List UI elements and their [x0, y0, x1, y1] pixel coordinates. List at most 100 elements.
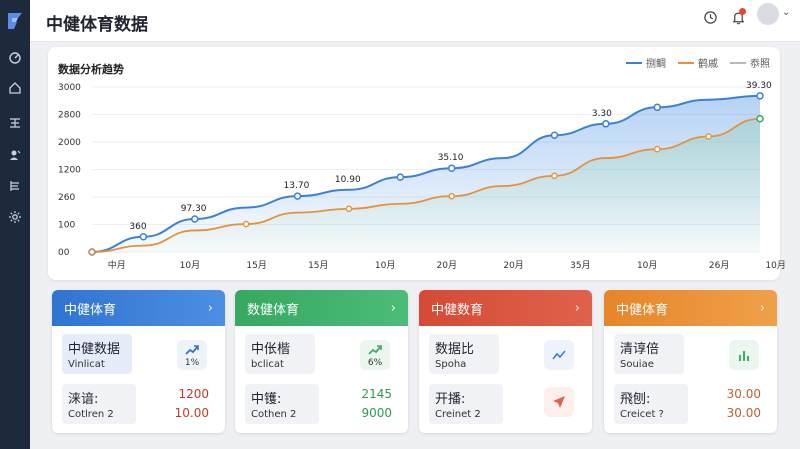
chevron-right-icon[interactable]: › — [575, 301, 580, 316]
legend-label: 忝照 — [750, 59, 770, 70]
chevron-right-icon[interactable]: › — [760, 301, 765, 316]
stat-card[interactable]: 中健体育 › 清谆倍 Souiae 飛刨: Creicet ? 30.00 30… — [604, 290, 777, 433]
series-point-blue — [447, 164, 456, 172]
y-tick-label: 00 — [58, 248, 70, 258]
data-label: 39.30 — [746, 81, 772, 91]
stat-card-title: 数健体育 — [247, 302, 300, 318]
settings-icon[interactable] — [5, 207, 25, 227]
stat-metric-block: 中伥楷 bclicat — [245, 334, 315, 374]
chevron-right-icon[interactable]: › — [208, 301, 213, 316]
trend-up-icon: 6% — [360, 340, 390, 370]
sidebar-item-glyph-2[interactable] — [5, 176, 25, 196]
stat-value-2: 30.00 — [726, 406, 761, 420]
secondary-title: 飛刨: — [620, 392, 651, 407]
secondary-subtitle: Cotlren 2 — [68, 409, 114, 420]
legend-label: 鹤戚 — [698, 59, 718, 70]
clock-icon[interactable] — [700, 7, 720, 27]
x-tick-label: 20月 — [437, 260, 457, 271]
y-tick-label: 2800 — [58, 111, 81, 121]
legend-swatch-orange — [678, 61, 694, 64]
legend-item-series-2[interactable]: 鹤戚 — [678, 55, 718, 70]
metric-title: 数据比 — [435, 342, 475, 357]
series-point-orange — [705, 133, 712, 140]
y-tick-label: 2000 — [58, 138, 81, 148]
stat-metric-block: 数据比 Spoha — [429, 334, 499, 374]
stat-card-title: 中健体育 — [616, 302, 669, 318]
stat-card[interactable]: 中健数育 › 数据比 Spoha 开播: Creinet 2 — [419, 290, 592, 433]
series-point-blue — [293, 192, 302, 200]
legend-item-series-3[interactable]: 忝照 — [730, 55, 770, 70]
stat-value-2: 9000 — [361, 406, 392, 420]
chart-title: 数据分析趋势 — [58, 63, 124, 76]
trend-chart-card: 00 100 260 1200 2000 2800 3000 中月 10月 15月 15月 10月 20… — [48, 47, 786, 280]
legend-swatch-gray — [730, 61, 746, 64]
stat-card-header[interactable]: 中健体育 › — [52, 290, 225, 326]
x-tick-label: 20月 — [503, 260, 523, 271]
stat-card[interactable]: 数健体育 › 中伥楷 bclicat 6% 中镬: Cothen 2 2145 … — [235, 290, 408, 433]
y-tick-label: 260 — [58, 193, 75, 203]
series-point-blue — [653, 103, 661, 112]
stat-card-header[interactable]: 数健体育 › — [235, 290, 408, 326]
stat-value-1: 2145 — [361, 387, 392, 401]
metric-percent: 6% — [367, 358, 383, 368]
secondary-subtitle: Creinet 2 — [435, 409, 481, 420]
series-point-blue — [756, 92, 764, 100]
top-header: 中健体育数据 ⌄ — [30, 0, 800, 42]
stat-secondary-block: 开播: Creinet 2 — [429, 384, 503, 424]
trend-chart: 00 100 260 1200 2000 2800 3000 中月 10月 15月 15月 10月 20… — [58, 81, 786, 271]
metric-title: 中伥楷 — [251, 342, 291, 357]
stat-card[interactable]: 中健体育 › 中健数据 Vinlicat 1% 涞谙: Cotlren 2 12… — [52, 290, 225, 433]
stat-value-1: 1200 — [178, 387, 209, 401]
series-point-blue — [139, 233, 148, 241]
notification-badge — [739, 8, 746, 15]
series-point-blue — [191, 215, 199, 223]
stat-metric-block: 中健数据 Vinlicat — [62, 334, 132, 374]
y-tick-label: 1200 — [58, 166, 81, 176]
sidebar — [0, 0, 30, 449]
home-icon[interactable] — [5, 78, 25, 98]
stat-card-header[interactable]: 中健数育 › — [419, 290, 592, 326]
metric-title: 清谆倍 — [620, 342, 660, 357]
send-arrow-icon — [544, 387, 574, 417]
x-tick-label: 15月 — [308, 260, 328, 271]
users-icon[interactable] — [5, 145, 25, 165]
series-point-blue — [550, 131, 559, 139]
series-point-blue — [396, 173, 405, 181]
secondary-title: 开播: — [435, 392, 466, 407]
series-point-orange — [448, 192, 455, 200]
stat-values: 30.00 30.00 — [727, 385, 761, 423]
notification-bell-icon[interactable] — [728, 7, 748, 27]
stat-card-header[interactable]: 中健体育 › — [604, 290, 777, 326]
x-tick-label: 中月 — [108, 259, 126, 271]
user-avatar[interactable] — [757, 3, 779, 25]
x-tick-label: 10月 — [375, 260, 395, 271]
secondary-title: 中镬: — [251, 392, 282, 407]
stat-card-title: 中健体育 — [64, 302, 117, 318]
bar-chart-icon — [729, 340, 759, 370]
series-point-orange — [88, 248, 96, 256]
legend-label: 捌鲷 — [646, 59, 666, 70]
stat-value-1: 30.00 — [726, 387, 761, 401]
secondary-title: 涞谙: — [68, 392, 99, 407]
metric-title: 中健数据 — [68, 342, 121, 357]
stat-values: 2145 9000 — [361, 385, 392, 423]
series-point-orange — [242, 220, 250, 228]
series-point-orange — [653, 145, 661, 153]
chart-legend: 捌鲷 鹤戚 忝照 — [626, 55, 770, 70]
dashboard-icon[interactable] — [5, 48, 25, 68]
sidebar-item-glyph-1[interactable] — [5, 113, 25, 133]
y-tick-label: 100 — [58, 221, 75, 231]
chevron-right-icon[interactable]: › — [391, 301, 396, 316]
metric-subtitle: Vinlicat — [68, 359, 105, 370]
stat-values: 1200 10.00 — [175, 385, 209, 423]
legend-item-series-1[interactable]: 捌鲷 — [626, 55, 666, 70]
chevron-down-icon[interactable]: ⌄ — [782, 7, 790, 18]
stat-metric-block: 清谆倍 Souiae — [614, 334, 684, 374]
stat-secondary-block: 中镬: Cothen 2 — [245, 384, 319, 424]
data-label: 10.90 — [335, 175, 361, 185]
legend-swatch-blue — [626, 61, 642, 64]
line-chart-icon — [544, 340, 574, 370]
stat-card-title: 中健数育 — [431, 302, 484, 318]
x-tick-label: 10月 — [180, 260, 200, 271]
secondary-subtitle: Creicet ? — [620, 409, 664, 420]
